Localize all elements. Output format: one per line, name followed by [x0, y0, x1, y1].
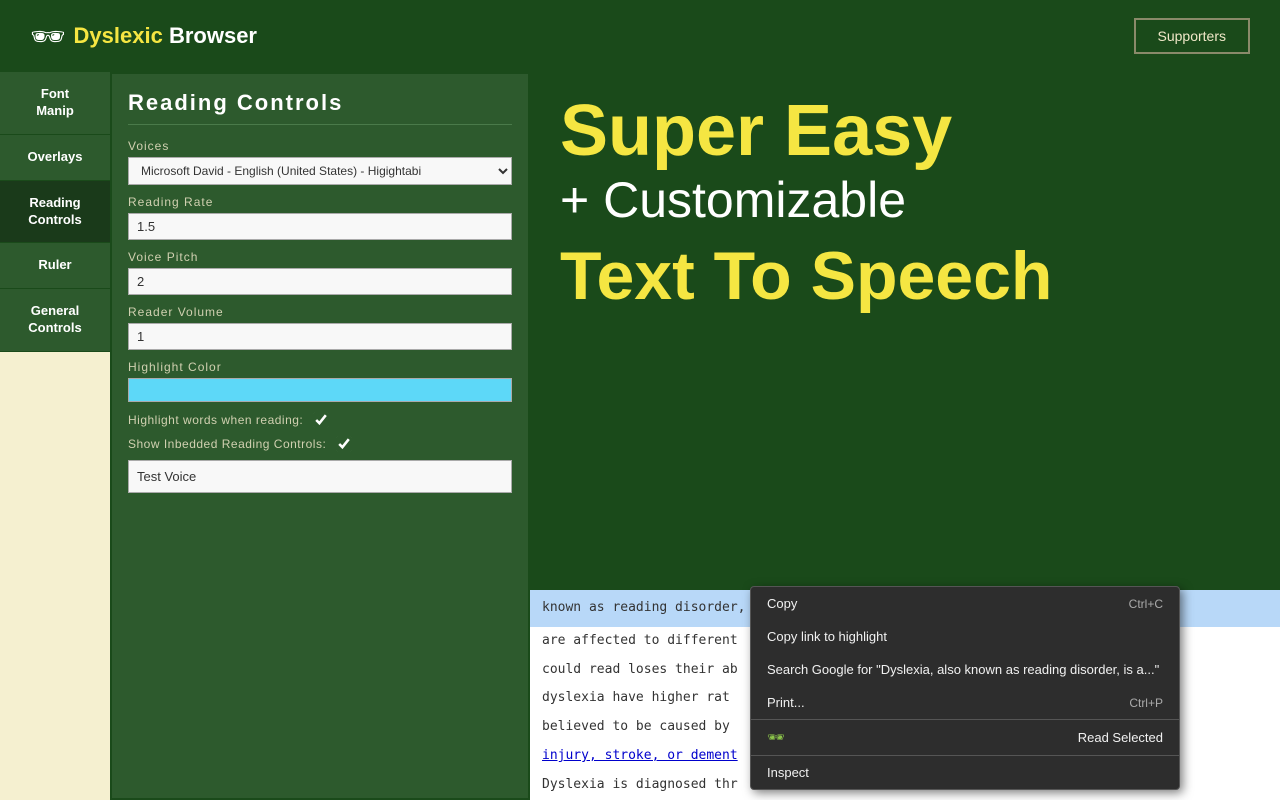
context-menu: Copy Ctrl+C Copy link to highlight Searc…: [750, 586, 1180, 790]
injury-link[interactable]: injury, stroke, or dement: [542, 748, 738, 763]
reader-volume-input[interactable]: [128, 323, 512, 350]
voice-pitch-group: Voice Pitch: [128, 250, 512, 295]
test-voice-button[interactable]: Test Voice: [128, 460, 512, 493]
reading-rate-label: Reading Rate: [128, 195, 512, 209]
read-selected-glasses-icon: 🕶: [767, 729, 782, 746]
read-selected-label: Read Selected: [1078, 730, 1163, 745]
sidebar-item-reading-controls[interactable]: ReadingControls: [0, 181, 110, 244]
show-inbedded-checkbox[interactable]: [336, 436, 352, 452]
reading-rate-group: Reading Rate: [128, 195, 512, 240]
promo-area: Super Easy + Customizable Text To Speech…: [530, 72, 1280, 800]
context-menu-copy-link[interactable]: Copy link to highlight: [751, 620, 1179, 653]
context-menu-search-google[interactable]: Search Google for "Dyslexia, also known …: [751, 653, 1179, 686]
voices-select[interactable]: Microsoft David - English (United States…: [128, 157, 512, 185]
copy-shortcut: Ctrl+C: [1129, 597, 1163, 611]
logo-glasses-icon: 🕶: [30, 20, 62, 53]
highlight-words-label: Highlight words when reading:: [128, 413, 303, 427]
copy-label: Copy: [767, 596, 797, 611]
context-menu-copy[interactable]: Copy Ctrl+C: [751, 587, 1179, 620]
highlight-color-group: Highlight Color: [128, 360, 512, 402]
promo-line2: + Customizable: [560, 171, 1250, 229]
voice-pitch-label: Voice Pitch: [128, 250, 512, 264]
promo-line1: Super Easy: [560, 92, 1250, 171]
supporters-button[interactable]: Supporters: [1134, 18, 1250, 54]
inspect-label: Inspect: [767, 765, 809, 780]
highlight-color-swatch[interactable]: [128, 378, 512, 402]
reading-panel: Reading Controls Voices Microsoft David …: [110, 72, 530, 800]
search-google-label: Search Google for "Dyslexia, also known …: [767, 662, 1159, 677]
sidebar-item-overlays[interactable]: Overlays: [0, 135, 110, 181]
context-menu-print[interactable]: Print... Ctrl+P: [751, 686, 1179, 719]
sidebar: FontManip Overlays ReadingControls Ruler…: [0, 72, 110, 352]
reader-volume-label: Reader Volume: [128, 305, 512, 319]
print-shortcut: Ctrl+P: [1129, 696, 1163, 710]
highlight-color-label: Highlight Color: [128, 360, 512, 374]
promo-line3: Text To Speech: [560, 239, 1250, 314]
sidebar-item-font-manip[interactable]: FontManip: [0, 72, 110, 135]
extension-main: FontManip Overlays ReadingControls Ruler…: [0, 72, 530, 800]
print-label: Print...: [767, 695, 805, 710]
promo-text: Super Easy + Customizable Text To Speech: [530, 72, 1280, 334]
reading-rate-input[interactable]: [128, 213, 512, 240]
header: 🕶 Dyslexic Browser Supporters: [0, 0, 1280, 72]
voices-label: Voices: [128, 139, 512, 153]
brand-name: Dyslexic Browser: [74, 23, 257, 49]
extension-panel: FontManip Overlays ReadingControls Ruler…: [0, 72, 530, 800]
show-inbedded-label: Show Inbedded Reading Controls:: [128, 437, 326, 451]
sidebar-item-ruler[interactable]: Ruler: [0, 243, 110, 289]
voices-group: Voices Microsoft David - English (United…: [128, 139, 512, 185]
show-inbedded-row: Show Inbedded Reading Controls:: [128, 436, 512, 452]
voice-pitch-input[interactable]: [128, 268, 512, 295]
main-content: FontManip Overlays ReadingControls Ruler…: [0, 72, 1280, 800]
context-menu-read-selected[interactable]: 🕶 Read Selected: [751, 720, 1179, 755]
sidebar-item-general-controls[interactable]: GeneralControls: [0, 289, 110, 352]
reader-volume-group: Reader Volume: [128, 305, 512, 350]
panel-title: Reading Controls: [128, 90, 512, 125]
highlight-words-checkbox[interactable]: [313, 412, 329, 428]
context-menu-inspect[interactable]: Inspect: [751, 756, 1179, 789]
highlight-words-row: Highlight words when reading:: [128, 412, 512, 428]
copy-link-label: Copy link to highlight: [767, 629, 887, 644]
